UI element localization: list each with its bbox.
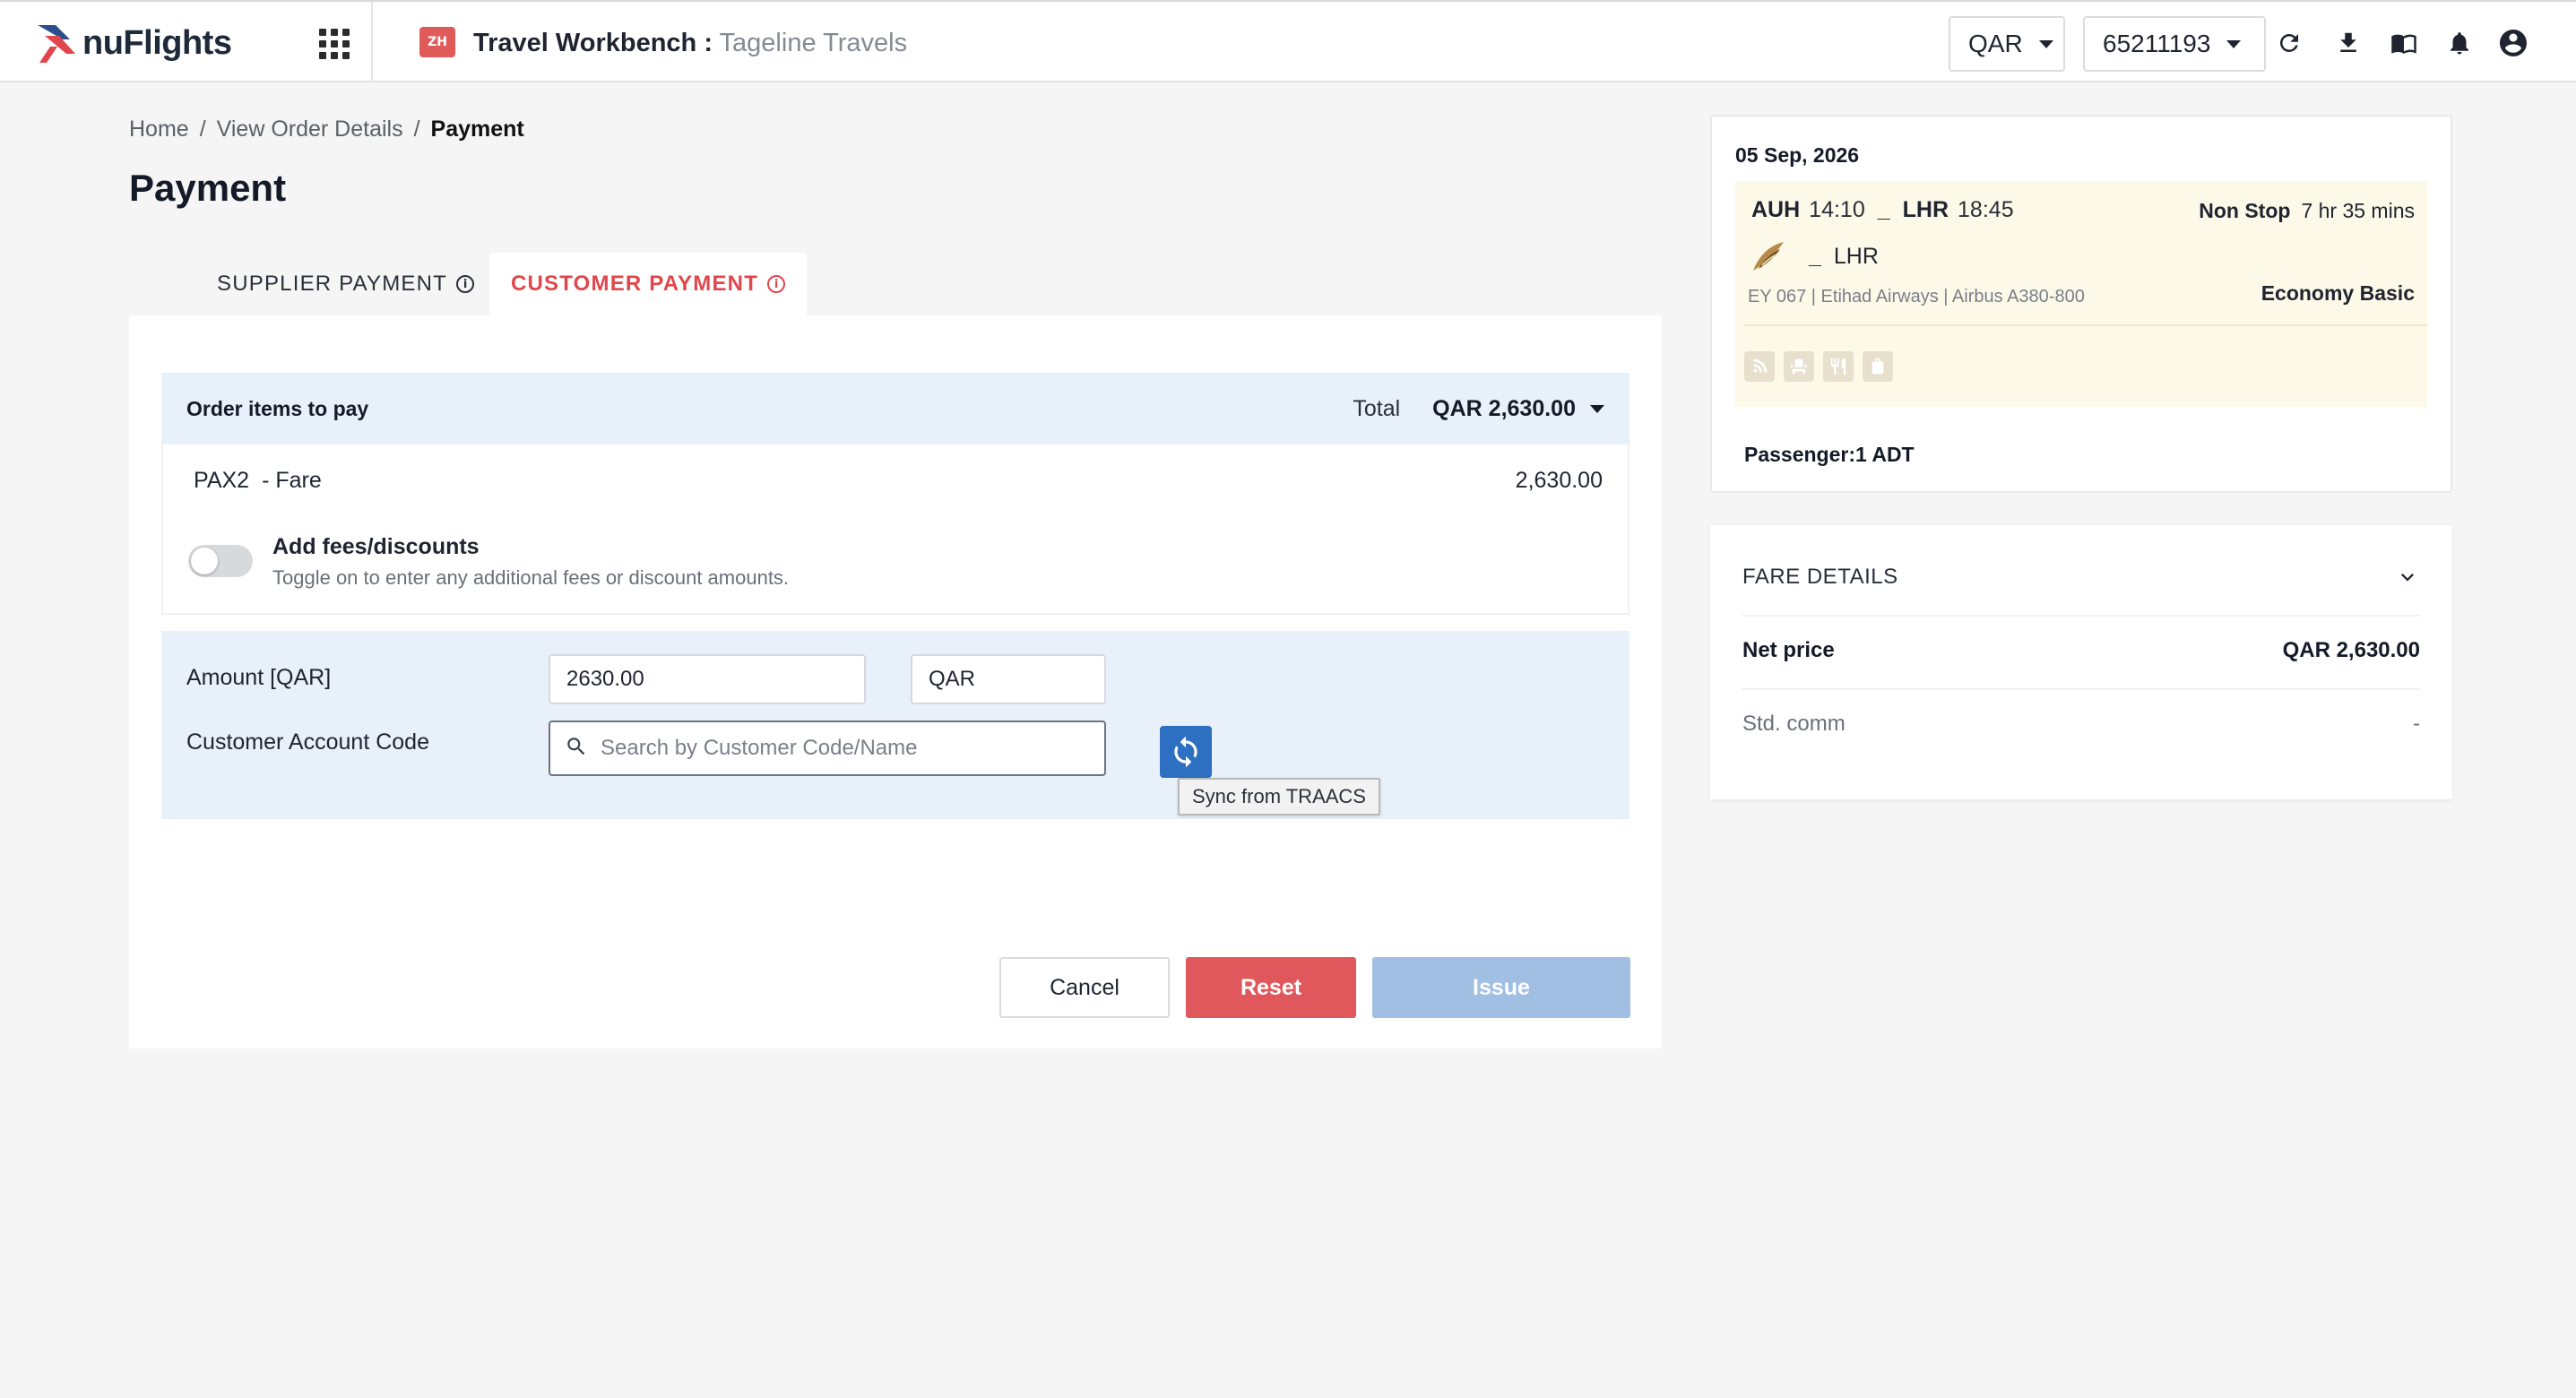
tab-customer-payment[interactable]: CUSTOMER PAYMENT i	[489, 253, 807, 315]
net-price-label: Net price	[1742, 638, 1835, 662]
order-items-header: Order items to pay Total QAR 2,630.00	[161, 373, 1629, 444]
breadcrumb-current: Payment	[430, 116, 524, 142]
refresh-icon[interactable]	[2271, 25, 2307, 61]
net-price-value: QAR 2,630.00	[2282, 638, 2420, 662]
total-label: Total	[1353, 395, 1401, 421]
fare-details-title: FARE DETAILS	[1742, 565, 1898, 589]
order-item-row: PAX2 - Fare	[194, 468, 322, 494]
customer-account-input[interactable]	[601, 736, 1088, 761]
travel-workbench-icon: ZH	[419, 27, 455, 57]
chevron-down-icon	[2226, 39, 2242, 48]
fees-title: Add fees/discounts	[272, 534, 480, 559]
reset-button[interactable]: Reset	[1186, 957, 1356, 1018]
amount-label: Amount [QAR]	[186, 665, 332, 690]
chevron-down-icon	[1590, 404, 1604, 413]
customer-payment-panel: Order items to pay Total QAR 2,630.00 PA…	[129, 315, 1662, 1048]
user-account-icon[interactable]	[2495, 25, 2531, 61]
cabin-class: Economy Basic	[2260, 281, 2415, 305]
tab-supplier-payment[interactable]: SUPPLIER PAYMENT i	[188, 253, 503, 315]
logo-mark-icon	[38, 25, 75, 63]
issue-button[interactable]: Issue	[1372, 957, 1630, 1018]
wifi-icon	[1744, 351, 1775, 382]
amount-input[interactable]: 2630.00	[549, 654, 866, 704]
breadcrumb: Home / View Order Details / Payment	[129, 116, 524, 142]
flight-stops: Non Stop 7 hr 35 mins	[2199, 199, 2415, 222]
std-comm-label: Std. comm	[1742, 712, 1846, 736]
flight-summary-card: 05 Sep, 2026 AUH 14:10 _ LHR 18:45 Non Stop 7…	[1710, 115, 2452, 493]
sync-tooltip: Sync from TRAACS	[1178, 778, 1380, 816]
info-icon: i	[456, 275, 475, 293]
baggage-icon	[1863, 351, 1893, 382]
chevron-down-icon	[2038, 39, 2053, 48]
fees-help-text: Toggle on to enter any additional fees o…	[272, 566, 790, 589]
payment-form: Amount [QAR] 2630.00 QAR Customer Accoun…	[161, 631, 1629, 819]
seat-icon	[1784, 351, 1814, 382]
item-amount: 2,630.00	[1515, 468, 1603, 493]
meal-icon	[1823, 351, 1854, 382]
chevron-down-icon[interactable]	[2395, 565, 2420, 590]
nuflights-logo[interactable]: nuFlights	[36, 18, 232, 68]
breadcrumb-order-details[interactable]: View Order Details	[217, 116, 403, 142]
top-bar: nuFlights ZH Travel Workbench : Tageline…	[0, 0, 2576, 82]
account-select[interactable]: 65211193	[2083, 16, 2266, 72]
fees-discounts-toggle[interactable]	[188, 545, 253, 577]
header-divider	[371, 2, 373, 82]
agency-name: Tageline Travels	[719, 29, 908, 57]
download-icon[interactable]	[2330, 25, 2366, 61]
currency-select[interactable]: QAR	[1949, 16, 2065, 72]
app-grid-icon[interactable]	[319, 29, 350, 59]
flight-route: AUH 14:10 _ LHR 18:45	[1751, 197, 2014, 222]
bell-icon[interactable]	[2442, 25, 2477, 61]
sync-traacs-button[interactable]	[1160, 726, 1212, 778]
passenger-count: Passenger:1 ADT	[1744, 443, 1915, 466]
segment-divider	[1744, 324, 2427, 326]
fare-divider	[1742, 615, 2420, 617]
total-dropdown[interactable]: QAR 2,630.00	[1432, 396, 1604, 422]
currency-input[interactable]: QAR	[911, 654, 1106, 704]
logo-text: nuFlights	[82, 23, 232, 62]
flight-info: EY 067 | Etihad Airways | Airbus A380-80…	[1748, 287, 2085, 306]
info-icon: i	[767, 275, 786, 293]
order-items-body: PAX2 - Fare 2,630.00 Add fees/discounts T…	[161, 444, 1629, 615]
breadcrumb-home[interactable]: Home	[129, 116, 189, 142]
page-title: Payment	[129, 167, 287, 209]
order-items-label: Order items to pay	[186, 396, 369, 420]
flight-date: 05 Sep, 2026	[1735, 143, 1860, 167]
std-comm-value: -	[2413, 712, 2420, 736]
item-label: - Fare	[262, 468, 322, 493]
flight-segment: AUH 14:10 _ LHR 18:45 Non Stop 7 hr 35 mins _…	[1735, 181, 2427, 407]
sync-icon	[1174, 736, 1197, 768]
cancel-button[interactable]: Cancel	[999, 957, 1170, 1018]
app-title: Travel Workbench : Tageline Travels	[473, 29, 908, 57]
flight-destination: _ LHR	[1809, 244, 1879, 269]
pax-label: PAX2	[194, 468, 250, 493]
customer-account-label: Customer Account Code	[186, 729, 429, 755]
etihad-airways-logo	[1750, 238, 1789, 274]
toggle-knob	[191, 548, 218, 574]
fare-details-card: FARE DETAILS Net price QAR 2,630.00 Std.…	[1710, 525, 2452, 799]
search-icon	[567, 738, 585, 755]
customer-account-search[interactable]	[549, 721, 1106, 776]
book-icon[interactable]	[2386, 25, 2422, 61]
fare-divider	[1742, 688, 2420, 690]
